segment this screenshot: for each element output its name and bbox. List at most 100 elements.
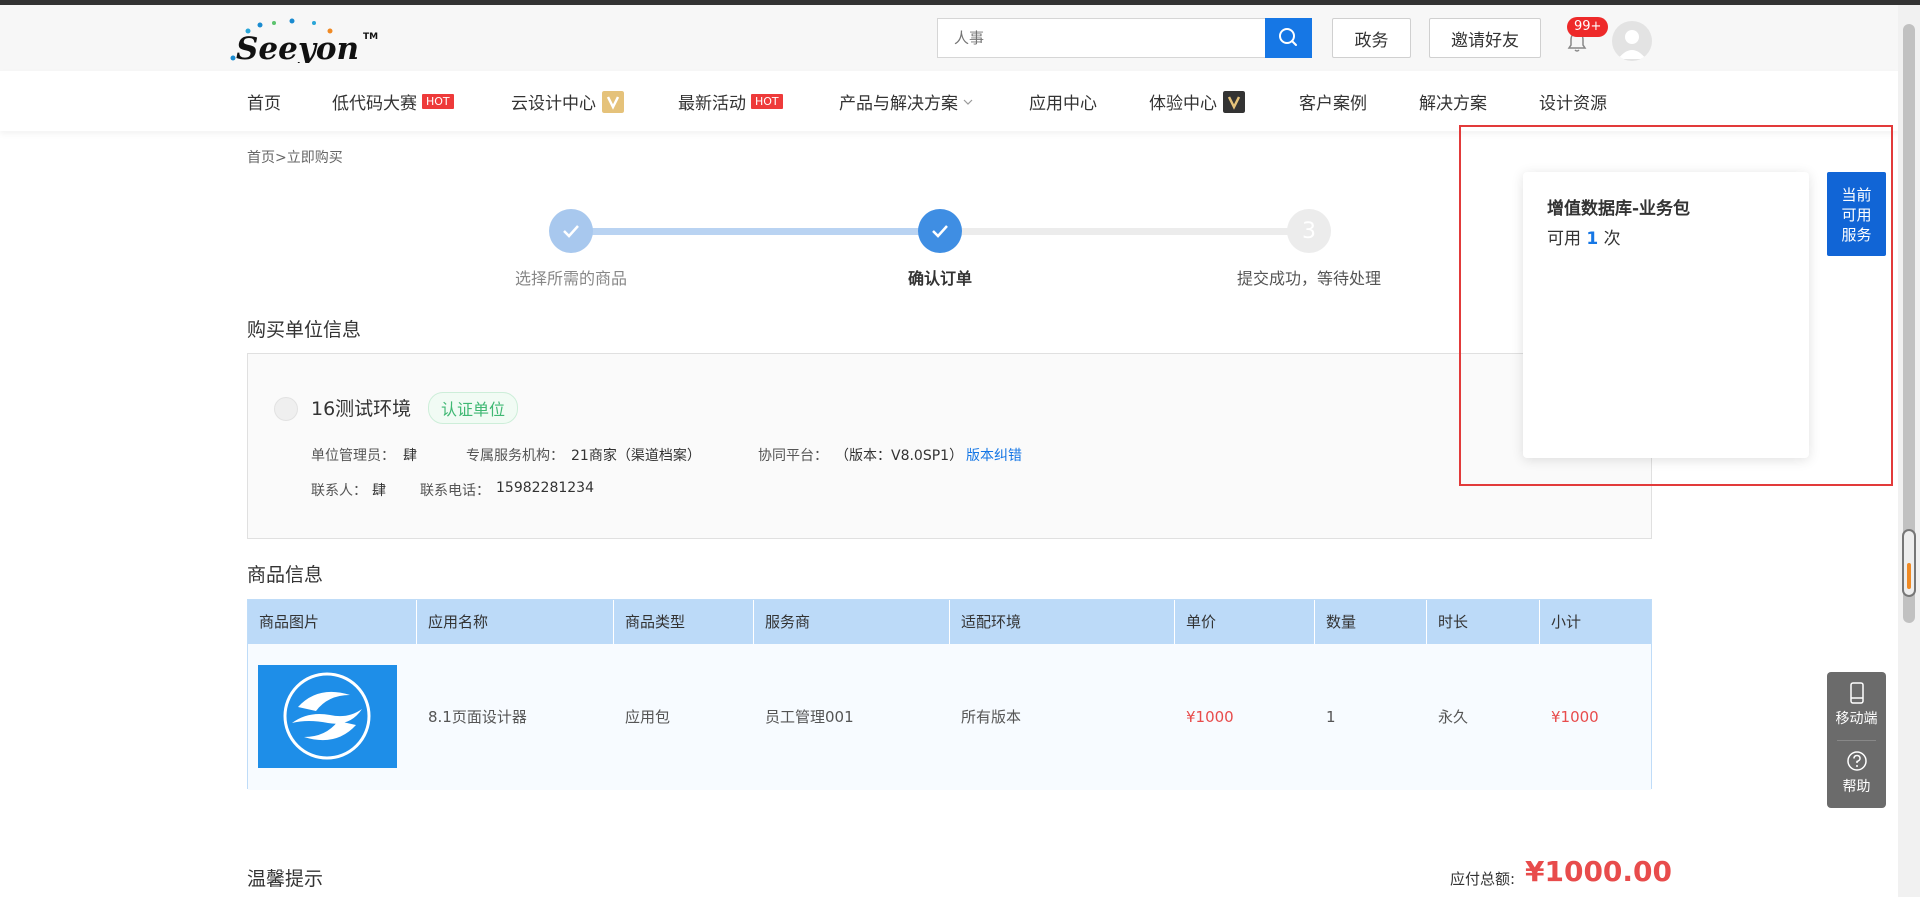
nav-label: 产品与解决方案 [839,94,958,114]
products-table: 商品图片 应用名称 商品类型 服务商 适配环境 单价 数量 时长 小计 8.1页… [247,599,1652,790]
step-3-circle: 3 [1287,209,1331,253]
company-logo [274,397,298,421]
certified-badge: 认证单位 [428,392,519,424]
vendor: 员工管理001 [765,708,854,726]
unit-price: ¥1000 [1186,708,1234,726]
column-header: 数量 [1315,600,1427,644]
invite-friends-button[interactable]: 邀请好友 [1429,18,1541,58]
notice-title: 温馨提示 [247,868,324,890]
side-btn-line: 当前 [1841,186,1872,204]
check-icon [563,225,579,238]
available-services-button[interactable]: 当前 可用 服务 [1827,172,1886,256]
nav-item-cloud-design[interactable]: 云设计中心 [511,89,624,114]
scroll-indicator-mark [1907,563,1911,589]
tools-divider [1837,740,1876,741]
company-info-card: 16测试环境 认证单位 单位管理员： 肆 专属服务机构： 21商家（渠道档案） … [247,353,1652,539]
avatar-icon [1618,30,1646,59]
product-type: 应用包 [625,708,671,726]
nav-label: 首页 [247,94,281,114]
column-header: 服务商 [754,600,950,644]
subtotal: ¥1000 [1551,708,1599,726]
nav-label: 设计资源 [1539,94,1607,114]
mobile-label: 移动端 [1835,711,1878,727]
seeyon-logo[interactable]: Seeyon TM [230,13,380,63]
column-header: 时长 [1427,600,1540,644]
company-name: 16测试环境 [311,398,412,420]
nav-item-home[interactable]: 首页 [247,89,281,114]
breadcrumb[interactable]: 首页>立即购买 [247,147,343,167]
buyer-section-title: 购买单位信息 [247,319,362,341]
phone-value: 15982281234 [496,480,594,496]
nav-label: 低代码大赛 [332,94,417,114]
product-logo-icon [283,672,371,760]
nav-label: 最新活动 [678,94,746,114]
column-header: 适配环境 [950,600,1175,644]
step-3-label: 提交成功，等待处理 [1236,269,1381,288]
product-image [258,665,397,768]
total-amount: ¥1000.00 [1525,855,1673,888]
hot-badge: HOT [422,94,454,109]
affairs-button[interactable]: 政务 [1332,18,1411,58]
hot-badge: HOT [751,94,783,109]
nav-item-experience-center[interactable]: 体验中心 [1149,89,1245,114]
step-progress-pending [940,228,1308,235]
nav-item-app-center[interactable]: 应用中心 [1029,89,1097,114]
page-scrollbar[interactable] [1898,5,1920,897]
column-header: 小计 [1551,613,1582,631]
floating-tools: 移动端 帮助 [1827,672,1886,808]
nav-item-solutions[interactable]: 解决方案 [1419,89,1487,114]
table-row: 8.1页面设计器 应用包 员工管理001 所有版本 ¥1000 1 永久 ¥10… [248,644,1651,790]
site-header: Seeyon TM 政务 邀请好友 99+ [0,5,1898,71]
help-button[interactable]: 帮助 [1827,750,1886,796]
svg-text:TM: TM [363,32,378,42]
version-fix-link[interactable]: 版本纠错 [966,445,1022,465]
v-badge-icon [602,90,624,113]
search-button[interactable] [1265,18,1312,58]
column-header: 商品类型 [614,600,754,644]
agency-label: 专属服务机构： [466,448,564,464]
v-badge-icon [1223,90,1245,113]
admin-value: 肆 [403,448,417,464]
nav-label: 解决方案 [1419,94,1487,114]
nav-item-lowcode-contest[interactable]: 低代码大赛 HOT [332,89,454,114]
step-1-circle [549,209,593,253]
scroll-position-indicator[interactable] [1902,529,1916,597]
side-btn-line: 可用 [1841,206,1872,224]
mobile-icon [1849,682,1864,704]
nav-item-customer-cases[interactable]: 客户案例 [1299,89,1367,114]
column-header: 单价 [1175,600,1315,644]
nav-label: 应用中心 [1029,94,1097,114]
step-2-circle [918,209,962,253]
nav-item-design-resources[interactable]: 设计资源 [1539,89,1607,114]
agency-value: 21商家（渠道档案） [571,448,701,464]
search-icon [1279,28,1297,46]
table-header: 商品图片 应用名称 商品类型 服务商 适配环境 单价 数量 时长 小计 [248,600,1651,644]
nav-label: 客户案例 [1299,94,1367,114]
quantity: 1 [1326,708,1336,726]
column-header: 应用名称 [417,600,614,644]
nav-label: 体验中心 [1149,94,1217,114]
mobile-button[interactable]: 移动端 [1827,682,1886,728]
chevron-down-icon [963,99,973,105]
help-label: 帮助 [1842,779,1871,795]
total-label: 应付总额: [1450,870,1516,888]
check-icon [932,225,948,238]
search-box [937,18,1312,58]
step-progress-done [572,228,940,235]
nav-item-latest-events[interactable]: 最新活动 HOT [678,89,783,114]
contact-value: 肆 [372,483,386,499]
notification-badge: 99+ [1567,17,1609,37]
phone-label: 联系电话： [420,483,490,499]
products-section-title: 商品信息 [247,564,324,586]
search-input[interactable] [938,19,1265,57]
admin-label: 单位管理员： [311,448,395,464]
app-name: 8.1页面设计器 [428,708,527,726]
user-avatar[interactable] [1612,21,1652,61]
nav-label: 云设计中心 [511,94,596,114]
duration: 永久 [1438,708,1469,726]
environment: 所有版本 [961,708,1022,726]
platform-label: 协同平台： [758,448,828,464]
nav-item-products-solutions[interactable]: 产品与解决方案 [839,89,975,114]
column-header: 商品图片 [248,600,417,644]
step-2-label: 确认订单 [907,269,972,288]
